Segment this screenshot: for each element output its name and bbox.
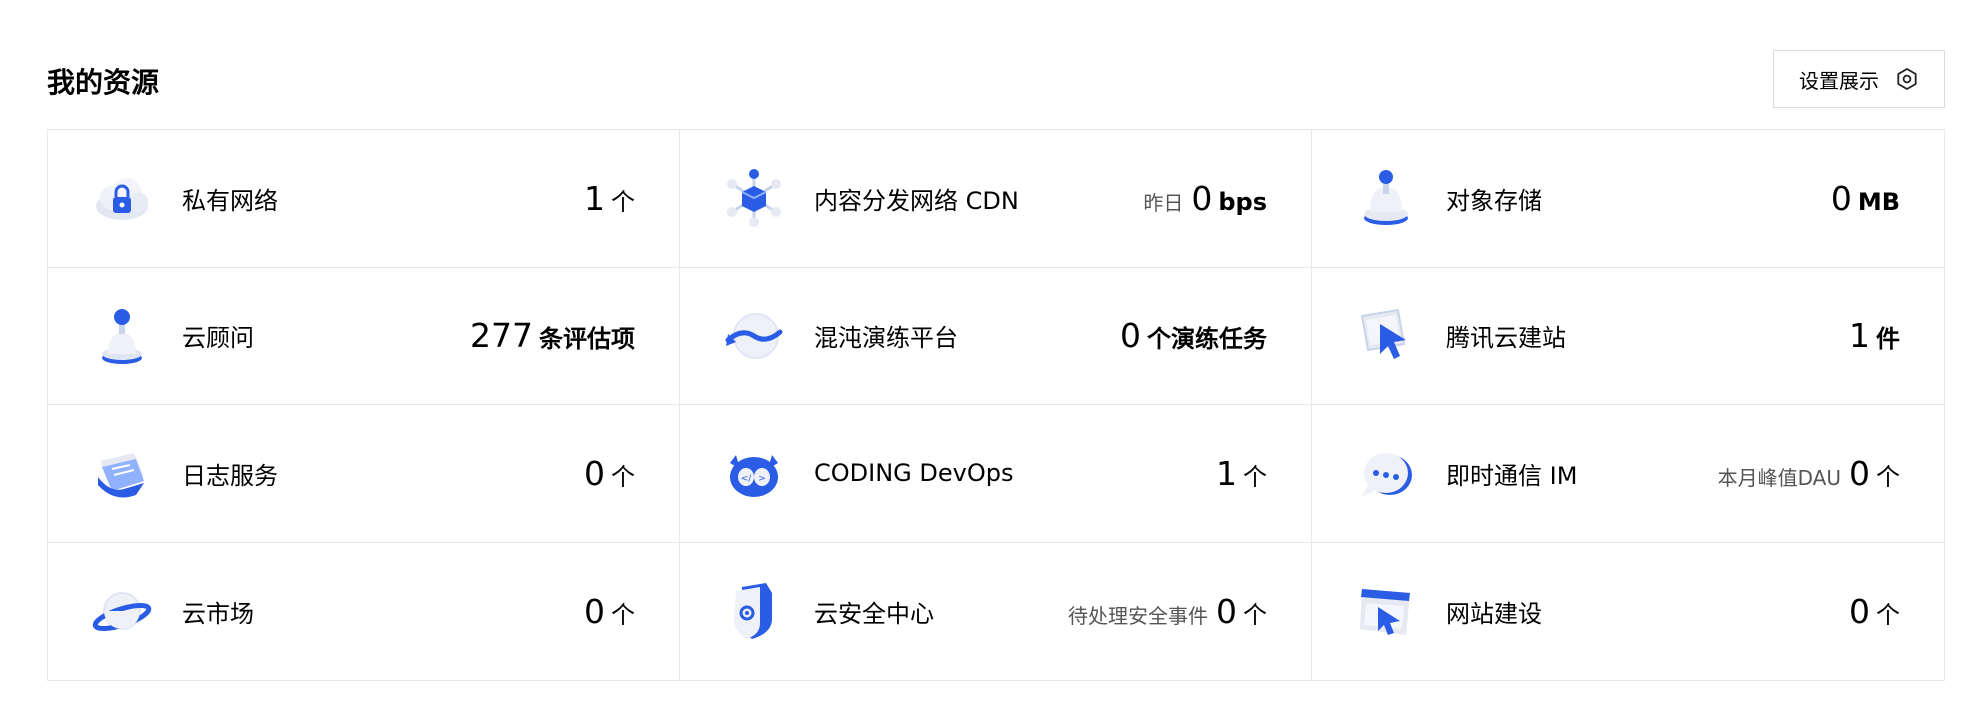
- resource-name: 对象存储: [1446, 186, 1542, 215]
- cloud-market-planet-icon: [90, 579, 154, 643]
- resource-stat: 本月峰值DAU 0 个: [1718, 454, 1900, 493]
- cloud-advisor-icon: [90, 304, 154, 368]
- resource-stat: 昨日 0 bps: [1143, 179, 1267, 218]
- resource-name: 云市场: [182, 599, 254, 628]
- resource-stat: 277 条评估项: [470, 316, 635, 355]
- vpc-cloud-lock-icon: [90, 166, 154, 230]
- security-shield-icon: [722, 579, 786, 643]
- resource-count: 0: [1849, 453, 1870, 493]
- resource-card-im[interactable]: 即时通信 IM 本月峰值DAU 0 个: [1312, 405, 1944, 543]
- resource-card-cdn[interactable]: 内容分发网络 CDN 昨日 0 bps: [680, 130, 1312, 268]
- resource-card-object-storage[interactable]: 对象存储 0 MB: [1312, 130, 1944, 268]
- resources-header: 我的资源 设置展示: [47, 50, 1945, 108]
- resource-unit: 个: [1243, 462, 1267, 491]
- settings-display-button[interactable]: 设置展示: [1773, 50, 1945, 108]
- cdn-network-icon: [722, 166, 786, 230]
- resource-stat: 1 件: [1849, 316, 1900, 355]
- page-title: 我的资源: [47, 66, 160, 99]
- gear-icon: [1895, 67, 1919, 91]
- resource-name: 内容分发网络 CDN: [814, 186, 1019, 215]
- resource-unit: 件: [1876, 325, 1900, 354]
- resource-unit: MB: [1857, 187, 1900, 216]
- resource-stat: 0 个: [584, 592, 635, 631]
- resource-stat: 0 个演练任务: [1120, 316, 1267, 355]
- resource-stat: 0 MB: [1831, 179, 1900, 218]
- resource-count: 0: [1849, 591, 1870, 631]
- resource-unit: 个: [611, 187, 635, 216]
- resource-count: 1: [1216, 453, 1237, 493]
- log-service-icon: [90, 441, 154, 505]
- resource-card-security-center[interactable]: 云安全中心 待处理安全事件 0 个: [680, 542, 1312, 680]
- website-build-icon: [1354, 579, 1418, 643]
- resource-name: 混沌演练平台: [814, 324, 958, 353]
- resource-stat: 待处理安全事件 0 个: [1068, 592, 1267, 631]
- resource-count: 0: [1830, 178, 1852, 218]
- resource-name: 腾讯云建站: [1446, 324, 1566, 353]
- resource-card-site-builder[interactable]: 腾讯云建站 1 件: [1312, 268, 1944, 405]
- resource-grid: 私有网络 1 个 内容分发网络 CDN 昨日 0 bps 对象存储 0 MB 云…: [47, 129, 1945, 681]
- resource-stat: 0 个: [1849, 592, 1900, 631]
- resource-count: 0: [1120, 316, 1141, 356]
- resource-name: 网站建设: [1446, 599, 1542, 628]
- svg-text:</: </: [741, 474, 753, 484]
- resource-count: 0: [1191, 178, 1213, 218]
- chaos-platform-icon: [722, 304, 786, 368]
- resource-unit: 个: [1876, 462, 1900, 491]
- resource-count: 1: [1849, 316, 1870, 356]
- resource-stat: 0 个: [584, 454, 635, 493]
- resource-card-log-service[interactable]: 日志服务 0 个: [48, 405, 680, 543]
- resource-card-cloud-advisor[interactable]: 云顾问 277 条评估项: [48, 267, 680, 405]
- resource-prefix: 待处理安全事件: [1068, 603, 1208, 628]
- resource-name: 日志服务: [182, 461, 278, 490]
- settings-display-label: 设置展示: [1799, 68, 1879, 93]
- resource-card-coding-devops[interactable]: </ > CODING DevOps 1 个: [680, 405, 1312, 543]
- resource-name: 即时通信 IM: [1446, 461, 1578, 490]
- resource-unit: 个演练任务: [1147, 325, 1267, 354]
- resource-name: 云顾问: [182, 324, 254, 353]
- resource-count: 1: [584, 178, 605, 218]
- svg-text:>: >: [758, 474, 766, 484]
- resource-stat: 1 个: [1216, 454, 1267, 493]
- resource-card-cloud-market[interactable]: 云市场 0 个: [48, 542, 680, 680]
- resource-count: 0: [1216, 591, 1237, 631]
- resource-unit: 个: [611, 462, 635, 491]
- resource-unit: 条评估项: [539, 325, 635, 354]
- resource-stat: 1 个: [584, 179, 635, 218]
- site-builder-cursor-icon: [1354, 304, 1418, 368]
- resource-unit: 个: [611, 600, 635, 629]
- resource-unit: bps: [1218, 187, 1267, 216]
- resource-prefix: 本月峰值DAU: [1717, 465, 1841, 490]
- coding-devops-icon: </ >: [722, 441, 786, 505]
- resource-unit: 个: [1876, 600, 1900, 629]
- resource-count: 0: [584, 453, 605, 493]
- resource-unit: 个: [1243, 600, 1267, 629]
- resource-name: 云安全中心: [814, 599, 934, 628]
- resource-count: 277: [470, 316, 533, 356]
- resource-card-chaos-platform[interactable]: 混沌演练平台 0 个演练任务: [680, 267, 1312, 405]
- chat-bubble-icon: [1354, 441, 1418, 505]
- resource-name: 私有网络: [182, 186, 278, 215]
- resource-card-vpc[interactable]: 私有网络 1 个: [48, 130, 680, 268]
- resource-count: 0: [584, 591, 605, 631]
- resource-prefix: 昨日: [1143, 190, 1184, 215]
- object-storage-icon: [1354, 166, 1418, 230]
- resource-card-website-build[interactable]: 网站建设 0 个: [1312, 543, 1944, 681]
- resource-name: CODING DevOps: [814, 459, 1014, 488]
